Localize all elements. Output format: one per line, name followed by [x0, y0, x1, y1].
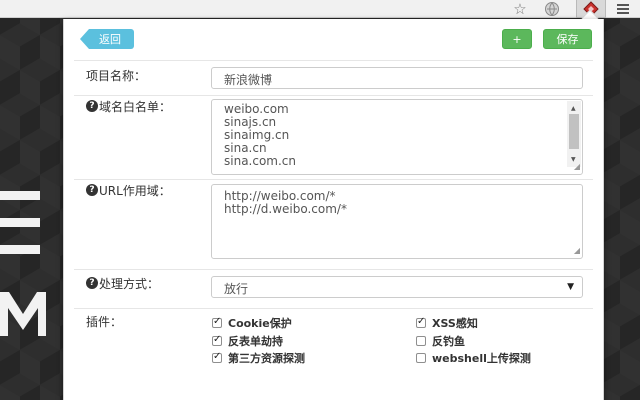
extension-popup: 返回 + 保存 项目名称： 新浪微博 ? 域名白名单： weibo.com si… — [63, 19, 604, 400]
checkbox[interactable] — [416, 336, 426, 346]
whitelist-line: sina.com.cn — [224, 154, 297, 168]
plugin-webshell-upload-detection[interactable]: webshell上传探测 — [416, 350, 531, 366]
handling-selected-value: 放行 — [224, 282, 249, 296]
whitelist-label: ? 域名白名单： — [86, 98, 171, 114]
resize-handle-icon[interactable]: ◢ — [574, 244, 580, 257]
help-icon[interactable]: ? — [86, 100, 98, 112]
plugin-anti-form-hijack[interactable]: 反表单劫持 — [212, 333, 283, 349]
dropdown-arrow-icon: ▼ — [567, 282, 574, 292]
plugin-third-party-resource-detection[interactable]: 第三方资源探测 — [212, 350, 305, 366]
divider — [74, 95, 593, 96]
project-name-label: 项目名称： — [86, 68, 147, 83]
checkbox[interactable] — [212, 334, 222, 346]
divider — [74, 269, 593, 270]
plugin-xss-detection[interactable]: XSS感知 — [416, 315, 478, 331]
star-icon[interactable]: ☆ — [509, 0, 531, 18]
divider — [74, 60, 593, 61]
url-scope-label: ? URL作用域： — [86, 182, 171, 198]
project-name-input[interactable]: 新浪微博 — [211, 67, 583, 89]
plugin-anti-phishing[interactable]: 反钓鱼 — [416, 333, 465, 349]
checkbox[interactable] — [212, 316, 222, 328]
scrollbar-thumb[interactable] — [569, 114, 579, 149]
add-button[interactable]: + — [502, 29, 532, 49]
textarea-scrollbar[interactable]: ▲ ▼ — [567, 101, 581, 167]
help-icon[interactable]: ? — [86, 184, 98, 196]
globe-icon[interactable] — [540, 0, 564, 18]
checkbox[interactable] — [416, 316, 426, 328]
handling-label: ? 处理方式： — [86, 275, 159, 291]
resize-handle-icon[interactable]: ◢ — [574, 160, 580, 173]
plugins-label: 插件： — [86, 314, 123, 329]
whitelist-textarea[interactable]: weibo.com sinajs.cn sinaimg.cn sina.cn s… — [211, 99, 583, 175]
hamburger-menu-icon[interactable] — [612, 0, 634, 18]
divider — [74, 308, 593, 309]
handling-select[interactable]: 放行 ▼ — [211, 276, 583, 298]
checkbox[interactable] — [416, 353, 426, 363]
background-letter-m — [0, 292, 46, 336]
back-button[interactable]: 返回 — [80, 29, 134, 49]
divider — [74, 179, 593, 180]
whitelist-line: sinaimg.cn — [224, 128, 290, 142]
url-scope-textarea[interactable]: http://weibo.com/* http://d.weibo.com/* … — [211, 184, 583, 259]
browser-toolbar: ☆ — [0, 0, 640, 18]
help-icon[interactable]: ? — [86, 277, 98, 289]
url-scope-line: http://d.weibo.com/* — [224, 202, 347, 216]
checkbox[interactable] — [212, 351, 222, 363]
save-button[interactable]: 保存 — [543, 29, 592, 49]
plugin-cookie-protection[interactable]: Cookie保护 — [212, 315, 292, 331]
